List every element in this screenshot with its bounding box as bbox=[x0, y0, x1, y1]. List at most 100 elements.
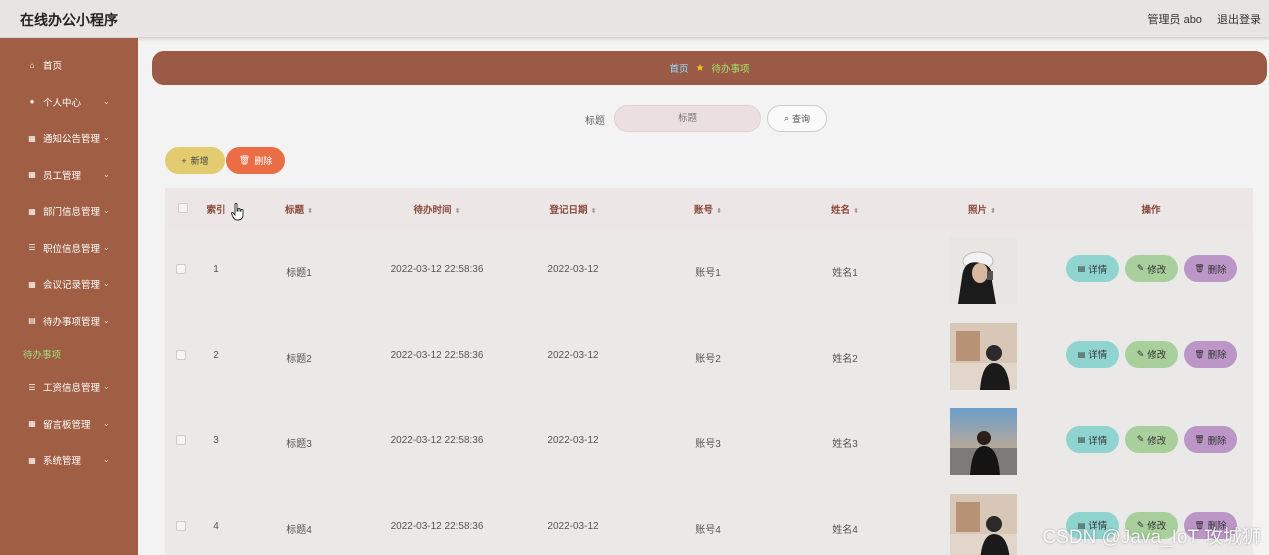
col-title[interactable]: 标题 ⬍ bbox=[285, 202, 313, 216]
sidebar-item-label: 留言板管理 bbox=[43, 419, 91, 431]
cell-todo-time: 2022-03-12 22:58:36 bbox=[390, 435, 484, 447]
sidebar-item-2[interactable]: ▦ 通知公告管理 ⌄ bbox=[0, 120, 138, 157]
plus-icon: + bbox=[181, 155, 187, 166]
grid-icon: ▦ bbox=[28, 279, 36, 289]
cell-date: 2022-03-12 bbox=[547, 435, 599, 447]
admin-user-label: 管理员 abo bbox=[1147, 14, 1202, 26]
row-checkbox[interactable] bbox=[176, 264, 186, 274]
watermark: CSDN @Java_IoT 攻城狮 bbox=[1042, 527, 1262, 548]
row-checkbox[interactable] bbox=[176, 520, 186, 531]
sort-icon: ⬍ bbox=[454, 208, 461, 215]
cell-date: 2022-03-12 bbox=[547, 520, 599, 532]
sidebar-item-label: 职位信息管理 bbox=[43, 243, 101, 255]
col-index[interactable]: 索引 bbox=[206, 202, 225, 216]
col-name[interactable]: 姓名 ⬍ bbox=[831, 202, 859, 216]
col-photo[interactable]: 照片 ⬍ bbox=[968, 202, 996, 216]
grid-icon: ▦ bbox=[28, 419, 36, 429]
sidebar-item-6[interactable]: ▦ 会议记录管理 ⌄ bbox=[0, 266, 138, 303]
search-title-input[interactable] bbox=[614, 105, 761, 132]
select-all-checkbox[interactable] bbox=[178, 203, 188, 213]
sidebar-item-10[interactable]: ▦ 留言板管理 ⌄ bbox=[0, 406, 138, 443]
row-checkbox[interactable] bbox=[176, 349, 186, 360]
edit-label: 修改 bbox=[1147, 264, 1167, 276]
employee-photo bbox=[950, 408, 1017, 476]
edit-button[interactable]: ✎ 修改 bbox=[1125, 426, 1178, 454]
sidebar-item-8[interactable]: 待办事项 bbox=[0, 339, 138, 369]
col-todo-time[interactable]: 待办时间 ⬍ bbox=[414, 202, 461, 216]
col-date[interactable]: 登记日期 ⬍ bbox=[550, 202, 597, 216]
sliders-icon: ☰ bbox=[28, 243, 36, 253]
delete-button[interactable]: 🗑 删除 bbox=[1184, 426, 1237, 454]
list-icon: ☰ bbox=[28, 382, 36, 392]
sort-icon: ⬍ bbox=[990, 208, 996, 215]
breadcrumb-home[interactable]: 首页 bbox=[670, 61, 689, 75]
breadcrumb-current: 待办事项 bbox=[711, 64, 750, 75]
row-checkbox[interactable] bbox=[176, 435, 186, 446]
detail-button[interactable]: ▤ 详情 bbox=[1066, 255, 1119, 282]
add-button[interactable]: + 新增 bbox=[165, 147, 225, 174]
cell-account: 账号2 bbox=[695, 353, 721, 365]
trash-icon: 🗑 bbox=[1194, 435, 1205, 445]
chevron-down-icon: ⌄ bbox=[103, 169, 110, 179]
edit-label: 修改 bbox=[1147, 435, 1167, 447]
top-bar: 在线办公小程序 管理员 abo 退出登录 bbox=[0, 0, 1269, 38]
col-actions: 操作 bbox=[1141, 205, 1161, 216]
delete-label: 删除 bbox=[1207, 435, 1227, 447]
header-right: 管理员 abo 退出登录 bbox=[1136, 11, 1261, 27]
chevron-down-icon: ⌄ bbox=[103, 418, 110, 428]
hand-cursor-icon bbox=[231, 203, 244, 221]
cell-todo-time: 2022-03-12 22:58:36 bbox=[390, 520, 484, 532]
table-header: 索引 标题 ⬍ 待办时间 ⬍ 登记日期 ⬍ 账号 ⬍ 姓名 ⬍ 照片 ⬍ 操作 bbox=[165, 188, 1253, 228]
cell-index: 1 bbox=[213, 264, 219, 275]
table-row: 1 标题1 2022-03-12 22:58:36 2022-03-12 账号1 姓名1 ▤… bbox=[165, 228, 1253, 313]
sort-icon: ⬍ bbox=[590, 208, 597, 215]
delete-label: 删除 bbox=[1207, 350, 1227, 362]
sidebar-item-4[interactable]: ▦ 部门信息管理 ⌄ bbox=[0, 193, 138, 230]
batch-delete-button[interactable]: 🗑 删除 bbox=[226, 147, 285, 174]
delete-button[interactable]: 🗑 删除 bbox=[1184, 255, 1237, 282]
sidebar-item-7[interactable]: ▤ 待办事项管理 ⌄ bbox=[0, 303, 138, 340]
detail-label: 详情 bbox=[1088, 350, 1108, 362]
chevron-down-icon: ⌄ bbox=[103, 279, 110, 288]
sidebar-item-label: 首页 bbox=[43, 61, 63, 73]
edit-button[interactable]: ✎ 修改 bbox=[1125, 255, 1178, 282]
col-account[interactable]: 账号 ⬍ bbox=[694, 202, 722, 216]
cell-todo-time: 2022-03-12 22:58:36 bbox=[390, 349, 484, 361]
sidebar-item-9[interactable]: ☰ 工资信息管理 ⌄ bbox=[0, 369, 138, 406]
table-row: 3 标题3 2022-03-12 22:58:36 2022-03-12 账号3 姓名3 ▤… bbox=[165, 399, 1253, 484]
search-icon: ⌕ bbox=[783, 113, 790, 123]
delete-button[interactable]: 🗑 删除 bbox=[1184, 340, 1237, 368]
cell-name: 姓名1 bbox=[832, 268, 858, 279]
cell-date: 2022-03-12 bbox=[547, 349, 599, 361]
edit-button[interactable]: ✎ 修改 bbox=[1125, 340, 1178, 368]
chevron-down-icon: ⌄ bbox=[103, 133, 110, 142]
chevron-down-icon: ⌄ bbox=[103, 382, 110, 391]
sort-icon: ⬍ bbox=[716, 208, 722, 215]
sidebar-item-0[interactable]: ⌂ 首页 bbox=[0, 47, 138, 84]
sidebar-menu: ⌂ 首页 ● 个人中心 ⌄ ▦ 通知公告管理 ⌄ ▦ 员工管理 ⌄ ▦ 部门信息管理 ⌄ ☰ 职位信息管理 ⌄ ▦… bbox=[0, 47, 138, 479]
sidebar-item-label: 员工管理 bbox=[43, 170, 82, 182]
detail-label: 详情 bbox=[1088, 264, 1108, 276]
search-button[interactable]: ⌕ 查询 bbox=[767, 105, 827, 132]
cell-date: 2022-03-12 bbox=[547, 264, 599, 275]
star-icon: ★ bbox=[695, 62, 705, 74]
cell-account: 账号4 bbox=[695, 524, 721, 536]
sidebar-item-1[interactable]: ● 个人中心 ⌄ bbox=[0, 84, 138, 121]
sidebar-item-3[interactable]: ▦ 员工管理 ⌄ bbox=[0, 157, 138, 194]
detail-button[interactable]: ▤ 详情 bbox=[1066, 426, 1119, 454]
grid-icon: ▦ bbox=[28, 170, 36, 180]
sidebar-item-11[interactable]: ▦ 系统管理 ⌄ bbox=[0, 442, 138, 479]
sidebar: ⌂ 首页 ● 个人中心 ⌄ ▦ 通知公告管理 ⌄ ▦ 员工管理 ⌄ ▦ 部门信息管理 ⌄ ☰ 职位信息管理 ⌄ ▦… bbox=[0, 38, 138, 555]
todo-icon: ▤ bbox=[28, 316, 36, 326]
employee-photo bbox=[950, 237, 1017, 304]
sidebar-item-label: 个人中心 bbox=[43, 97, 82, 109]
chevron-down-icon: ⌄ bbox=[103, 315, 110, 325]
sidebar-item-5[interactable]: ☰ 职位信息管理 ⌄ bbox=[0, 230, 138, 267]
detail-button[interactable]: ▤ 详情 bbox=[1066, 340, 1119, 368]
search-label: 标题 bbox=[585, 116, 605, 127]
notice-icon: ▦ bbox=[28, 133, 36, 143]
cell-name: 姓名4 bbox=[832, 524, 858, 536]
cell-title: 标题2 bbox=[286, 353, 312, 365]
pencil-icon: ✎ bbox=[1136, 263, 1145, 273]
logout-link[interactable]: 退出登录 bbox=[1217, 14, 1261, 26]
